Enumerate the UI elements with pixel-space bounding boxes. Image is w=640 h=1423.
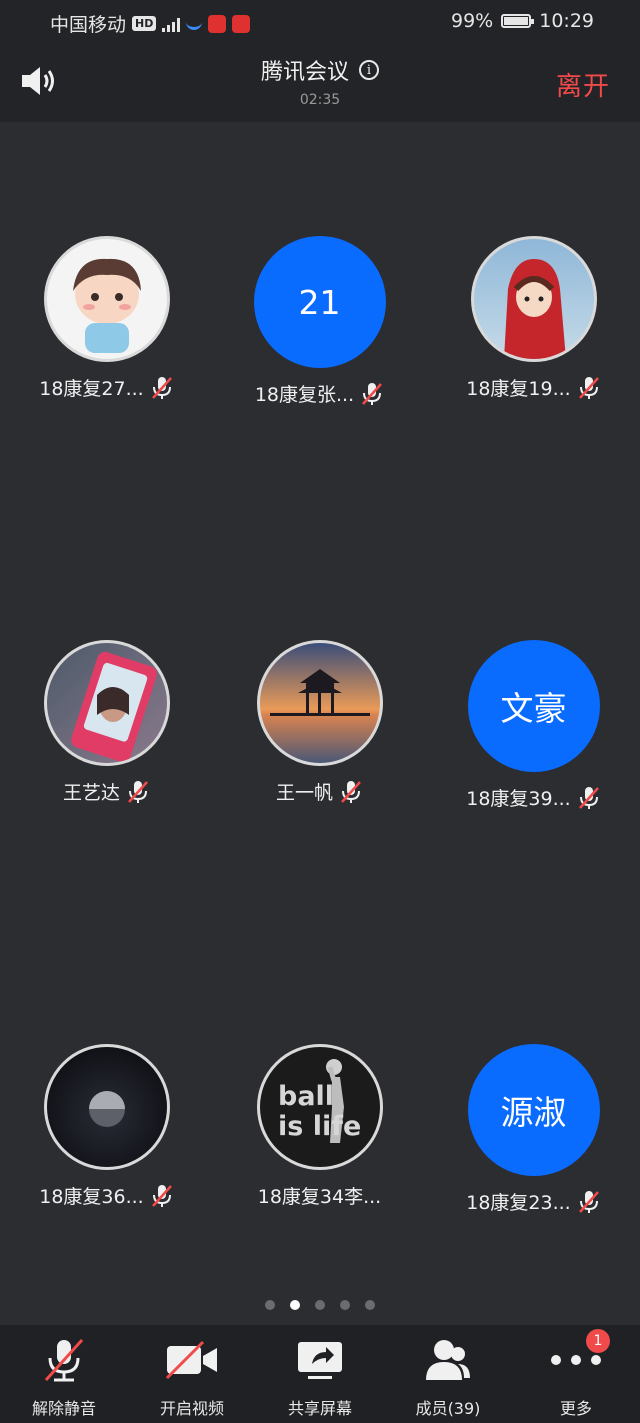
- bottom-toolbar: 解除静音 开启视频 共享屏幕 成员(39) 1 更多: [0, 1325, 640, 1423]
- participant-tile[interactable]: 18康复19...: [427, 236, 640, 401]
- participant-name: 18康复39...: [466, 788, 571, 810]
- unmute-label: 解除静音: [31, 1399, 96, 1418]
- participant-name: 王艺达: [62, 782, 120, 804]
- battery-icon: [501, 14, 535, 28]
- meeting-header: 腾讯会议 i 02:35 离开: [0, 44, 640, 122]
- start-video-button[interactable]: 开启视频: [128, 1335, 256, 1419]
- page-dot[interactable]: [340, 1300, 350, 1310]
- participant-tile[interactable]: 王艺达: [0, 640, 213, 805]
- share-screen-button[interactable]: 共享屏幕: [256, 1335, 384, 1419]
- start-video-label: 开启视频: [159, 1399, 224, 1418]
- participant-tile[interactable]: 18康复36...: [0, 1044, 213, 1209]
- participant-name: 18康复19...: [466, 378, 571, 400]
- mic-muted-icon: [341, 780, 361, 803]
- more-icon: [551, 1355, 601, 1365]
- signal-icon: [162, 16, 181, 32]
- more-label: 更多: [559, 1399, 592, 1418]
- clock: 10:29: [539, 10, 594, 32]
- mic-muted-icon: [578, 376, 599, 399]
- page-dot[interactable]: [365, 1300, 375, 1310]
- members-icon: [426, 1340, 470, 1380]
- app-notification-icon: [232, 14, 251, 33]
- participant-name: 18康复36...: [39, 1186, 144, 1208]
- initials-avatar: 文豪: [467, 640, 600, 772]
- page-indicator[interactable]: [0, 1300, 640, 1310]
- notification-badge: 1: [586, 1329, 610, 1353]
- moon-avatar: [43, 1044, 170, 1170]
- mic-muted-icon: [578, 786, 599, 809]
- video-off-icon: [165, 1340, 217, 1380]
- participant-tile[interactable]: 王一帆: [213, 640, 426, 805]
- participant-name: 18康复34李...: [257, 1186, 382, 1208]
- svg-text:ball: ball: [278, 1081, 334, 1112]
- participant-tile[interactable]: 21 18康复张...: [213, 236, 426, 407]
- initials-avatar: 21: [253, 236, 386, 368]
- participant-tile[interactable]: 18康复27...: [0, 236, 213, 401]
- unmute-button[interactable]: 解除静音: [0, 1335, 128, 1419]
- avatar-initials: 源淑: [500, 1093, 567, 1132]
- participant-name: 18康复张...: [254, 384, 355, 406]
- mic-app-icon: [208, 14, 227, 33]
- mic-muted-icon: [578, 1190, 599, 1213]
- mic-muted-icon: [151, 376, 172, 399]
- participant-tile[interactable]: ball is life 18康复34李...: [213, 1044, 426, 1209]
- page-dot[interactable]: [315, 1300, 325, 1310]
- participant-name: 18康复23...: [466, 1192, 571, 1214]
- page-dot[interactable]: [265, 1300, 275, 1310]
- leave-button[interactable]: 离开: [556, 66, 610, 103]
- meeting-title[interactable]: 腾讯会议 i: [261, 54, 379, 86]
- mic-muted-icon: [151, 1184, 172, 1207]
- cartoon-child-avatar: [43, 236, 170, 362]
- red-hood-girl-avatar: [470, 236, 597, 362]
- info-icon[interactable]: i: [359, 60, 379, 80]
- hd-icon: HD: [132, 16, 157, 31]
- mic-muted-icon: [128, 780, 148, 803]
- initials-avatar: 源淑: [467, 1044, 600, 1176]
- meeting-title-text: 腾讯会议: [260, 60, 349, 85]
- share-screen-label: 共享屏幕: [287, 1399, 352, 1418]
- page-dot-active[interactable]: [290, 1300, 300, 1310]
- pavilion-sunset-avatar: [256, 640, 383, 766]
- status-bar: 中国移动 HD 99% 10:29: [0, 0, 640, 44]
- phone-photo-avatar: [43, 640, 170, 766]
- participant-tile[interactable]: 源淑 18康复23...: [427, 1044, 640, 1215]
- meeting-timer: 02:35: [299, 92, 341, 108]
- battery-percent: 99%: [451, 10, 494, 32]
- avatar-initials: 21: [298, 282, 341, 322]
- members-button[interactable]: 成员(39): [384, 1335, 512, 1419]
- members-label: 成员(39): [415, 1399, 481, 1418]
- avatar-initials: 文豪: [500, 689, 567, 728]
- mic-muted-icon: [44, 1338, 84, 1382]
- svg-text:is life: is life: [278, 1111, 361, 1142]
- participant-name: 王一帆: [275, 782, 333, 804]
- participant-grid: 18康复27... 21 18康复张... 18康复19... 王艺达 王一帆 …: [0, 122, 640, 1302]
- carrier-label: 中国移动: [50, 14, 127, 36]
- participant-name: 18康复27...: [39, 378, 144, 400]
- ball-is-life-avatar: ball is life: [256, 1044, 383, 1170]
- notification-app-icon: [186, 17, 203, 30]
- participant-tile[interactable]: 文豪 18康复39...: [427, 640, 640, 811]
- mic-muted-icon: [362, 382, 383, 405]
- share-screen-icon: [298, 1342, 342, 1379]
- more-button[interactable]: 1 更多: [512, 1329, 640, 1419]
